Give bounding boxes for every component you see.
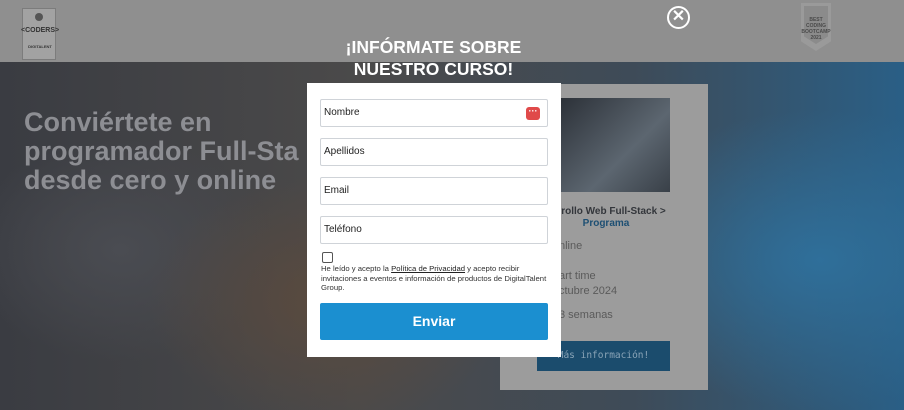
course-start-date: ctubre 2024 [559,285,618,297]
consent-prefix: He leído y acepto la [321,264,392,273]
telefono-input[interactable]: Teléfono [320,216,548,244]
course-image [560,98,670,192]
lead-form-modal: Nombre ··· Apellidos Email Teléfono He l… [307,83,561,357]
logo-text: <CODERS> [21,27,60,34]
privacy-policy-link[interactable]: Política de Privacidad [391,264,465,273]
privacy-checkbox[interactable] [322,252,333,263]
course-duration: 3 semanas [559,309,613,321]
apellidos-placeholder: Apellidos [324,146,365,157]
hero-line-1: Conviértete en [24,107,212,137]
email-input[interactable]: Email [320,177,548,205]
email-placeholder: Email [324,185,350,196]
close-modal-button[interactable]: ✕ [667,6,690,29]
modal-title: ¡INFÓRMATE SOBRE NUESTRO CURSO! [306,36,561,80]
privacy-consent-text: He leído y acepto la Política de Privaci… [321,264,547,293]
apellidos-input[interactable]: Apellidos [320,138,548,166]
telefono-placeholder: Teléfono [324,224,362,235]
modal-title-line-1: ¡INFÓRMATE SOBRE [345,37,522,57]
logo-subtext: DIGITALENT [28,44,52,49]
badge-text: BEST CODING BOOTCAMP 2021 [801,17,831,41]
enviar-button[interactable]: Enviar [320,303,548,340]
coders-logo[interactable]: <CODERS> DIGITALENT [21,8,60,60]
nombre-placeholder: Nombre [324,107,360,118]
course-modality: nline [559,240,583,252]
best-bootcamp-badge-icon: BEST CODING BOOTCAMP 2021 [801,3,831,51]
modal-title-line-2: NUESTRO CURSO! [353,59,514,79]
autofill-icon[interactable]: ··· [526,107,540,120]
logo-mark-icon [35,13,43,21]
nombre-input[interactable]: Nombre ··· [320,99,548,127]
hero-line-2: programador Full-Sta [24,136,299,166]
hero-line-3: desde cero y online [24,165,277,195]
hero-heading: Conviértete en programador Full-Sta desd… [24,108,299,195]
course-start-label: art time [559,270,596,282]
